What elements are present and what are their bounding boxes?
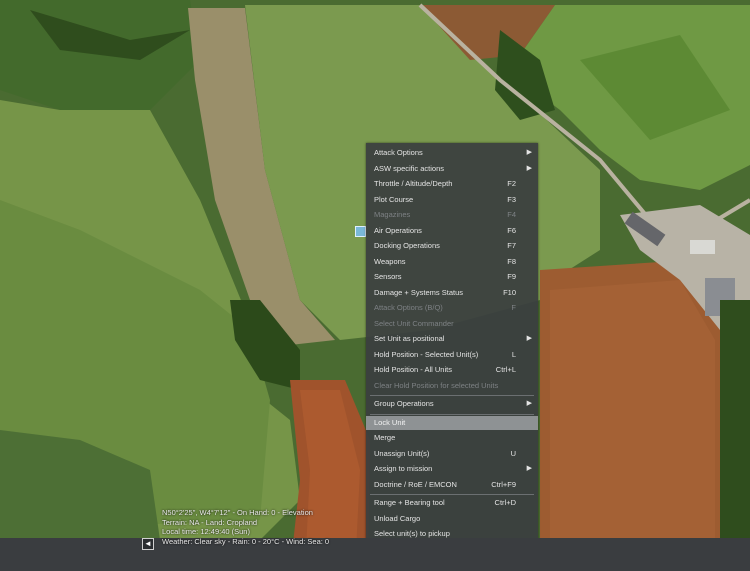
status-terrain: Terrain: NA - Land: Cropland — [162, 517, 258, 527]
menu-item-label: Plot Course — [374, 194, 414, 204]
menu-item-label: Assign to mission — [374, 464, 433, 473]
status-readout: N50°2'25", W4°7'12" - On Hand: 0 - Eleva… — [162, 508, 367, 560]
menu-item-assign-to-mission[interactable]: Assign to mission ▶ — [366, 462, 538, 476]
menu-item-attack-options-b-q: Attack Options (B/Q) F — [366, 301, 538, 315]
menu-item-label: Range + Bearing tool — [374, 498, 445, 507]
menu-item-sensors[interactable]: Sensors F9 — [366, 270, 538, 284]
menu-separator — [370, 395, 534, 396]
menu-item-lock-unit[interactable]: Lock Unit — [366, 415, 538, 430]
menu-item-label: Attack Options — [374, 148, 423, 157]
submenu-arrow-icon: ▶ — [526, 335, 532, 342]
menu-item-label: ASW specific actions — [374, 163, 445, 173]
menu-item-magazines: Magazines F4 — [366, 208, 538, 222]
menu-item-shortcut: F8 — [507, 256, 516, 266]
menu-item-attack-options[interactable]: Attack Options ▶ — [366, 146, 538, 160]
menu-item-clear-hold-position-for-selected-units: Clear Hold Position for selected Units — [366, 379, 538, 393]
menu-item-label: Unload Cargo — [374, 513, 421, 523]
menu-item-merge[interactable]: Merge — [366, 431, 538, 445]
menu-item-shortcut: F2 — [507, 179, 516, 188]
menu-item-group-operations[interactable]: Group Operations ▶ — [366, 397, 538, 411]
submenu-arrow-icon: ▶ — [526, 164, 532, 172]
menu-item-air-operations[interactable]: Air Operations F6 — [366, 224, 538, 238]
unit-marker-icon[interactable] — [355, 226, 366, 237]
menu-item-label: Throttle / Altitude/Depth — [374, 179, 453, 188]
menu-item-label: Docking Operations — [374, 241, 440, 250]
menu-item-hold-position-selected-unit-s[interactable]: Hold Position - Selected Unit(s) L — [366, 348, 538, 362]
status-coordinates: N50°2'25", W4°7'12" - On Hand: 0 - Eleva… — [162, 508, 313, 517]
menu-item-shortcut: Ctrl+F9 — [491, 479, 516, 489]
menu-item-label: Merge — [374, 433, 396, 442]
menu-item-label: Hold Position - Selected Unit(s) — [374, 349, 479, 359]
menu-item-shortcut: Ctrl+D — [494, 498, 516, 507]
menu-separator — [370, 494, 534, 495]
menu-item-docking-operations[interactable]: Docking Operations F7 — [366, 239, 538, 253]
menu-item-unassign-unit-s[interactable]: Unassign Unit(s) U — [366, 447, 538, 461]
menu-item-set-unit-as-positional[interactable]: Set Unit as positional ▶ — [366, 332, 538, 346]
menu-item-shortcut: F7 — [507, 241, 516, 250]
submenu-arrow-icon: ▶ — [526, 400, 532, 407]
menu-item-label: Group Operations — [374, 399, 434, 408]
menu-item-shortcut: F4 — [507, 210, 516, 219]
submenu-arrow-icon: ▶ — [526, 149, 532, 156]
menu-item-select-unit-commander: Select Unit Commander — [366, 317, 538, 331]
menu-item-label: Magazines — [374, 210, 411, 219]
menu-item-shortcut: U — [510, 448, 516, 458]
menu-item-shortcut: F10 — [503, 287, 516, 297]
menu-item-label: Select Unit Commander — [374, 318, 454, 328]
menu-item-label: Lock Unit — [374, 417, 406, 427]
menu-item-throttle-altitude-depth[interactable]: Throttle / Altitude/Depth F2 — [366, 177, 538, 191]
menu-item-asw-specific-actions[interactable]: ASW specific actions ▶ — [366, 162, 538, 176]
menu-item-plot-course[interactable]: Plot Course F3 — [366, 193, 538, 207]
submenu-arrow-icon: ▶ — [526, 465, 532, 472]
menu-item-label: Sensors — [374, 272, 402, 281]
menu-item-label: Weapons — [374, 256, 406, 266]
menu-item-label: Unassign Unit(s) — [374, 448, 430, 458]
menu-item-weapons[interactable]: Weapons F8 — [366, 255, 538, 269]
panel-toggle-button[interactable]: ◄ — [142, 538, 154, 550]
menu-item-damage-systems-status[interactable]: Damage + Systems Status F10 — [366, 286, 538, 300]
menu-item-label: Hold Position - All Units — [374, 365, 452, 374]
menu-item-shortcut: F9 — [507, 272, 516, 281]
menu-item-label: Doctrine / RoE / EMCON — [374, 479, 457, 489]
menu-item-label: Attack Options (B/Q) — [374, 303, 443, 312]
menu-item-doctrine-roe-emcon[interactable]: Doctrine / RoE / EMCON Ctrl+F9 — [366, 478, 538, 492]
menu-item-label: Clear Hold Position for selected Units — [374, 380, 499, 390]
menu-item-unload-cargo[interactable]: Unload Cargo — [366, 512, 538, 526]
menu-item-hold-position-all-units[interactable]: Hold Position - All Units Ctrl+L — [366, 363, 538, 377]
context-menu: Attack Options ▶ ASW specific actions ▶ Thro… — [366, 143, 538, 571]
menu-item-shortcut: Ctrl+L — [495, 365, 516, 374]
menu-item-shortcut: F6 — [507, 225, 516, 235]
menu-item-shortcut: L — [511, 349, 516, 359]
menu-item-range-bearing-tool[interactable]: Range + Bearing tool Ctrl+D — [366, 496, 538, 510]
menu-item-label: Air Operations — [374, 225, 422, 235]
menu-item-shortcut: F3 — [507, 194, 516, 204]
menu-item-shortcut: F — [511, 303, 516, 312]
menu-item-label: Damage + Systems Status — [374, 287, 463, 297]
status-weather: Weather: Clear sky - Rain: 0 - 20°C - Wi… — [162, 536, 330, 546]
menu-separator — [370, 413, 534, 415]
menu-item-label: Set Unit as positional — [374, 334, 445, 343]
status-local-time: Local time: 12:49:40 (Sun) — [162, 527, 250, 536]
bottom-toolbar — [0, 538, 750, 571]
